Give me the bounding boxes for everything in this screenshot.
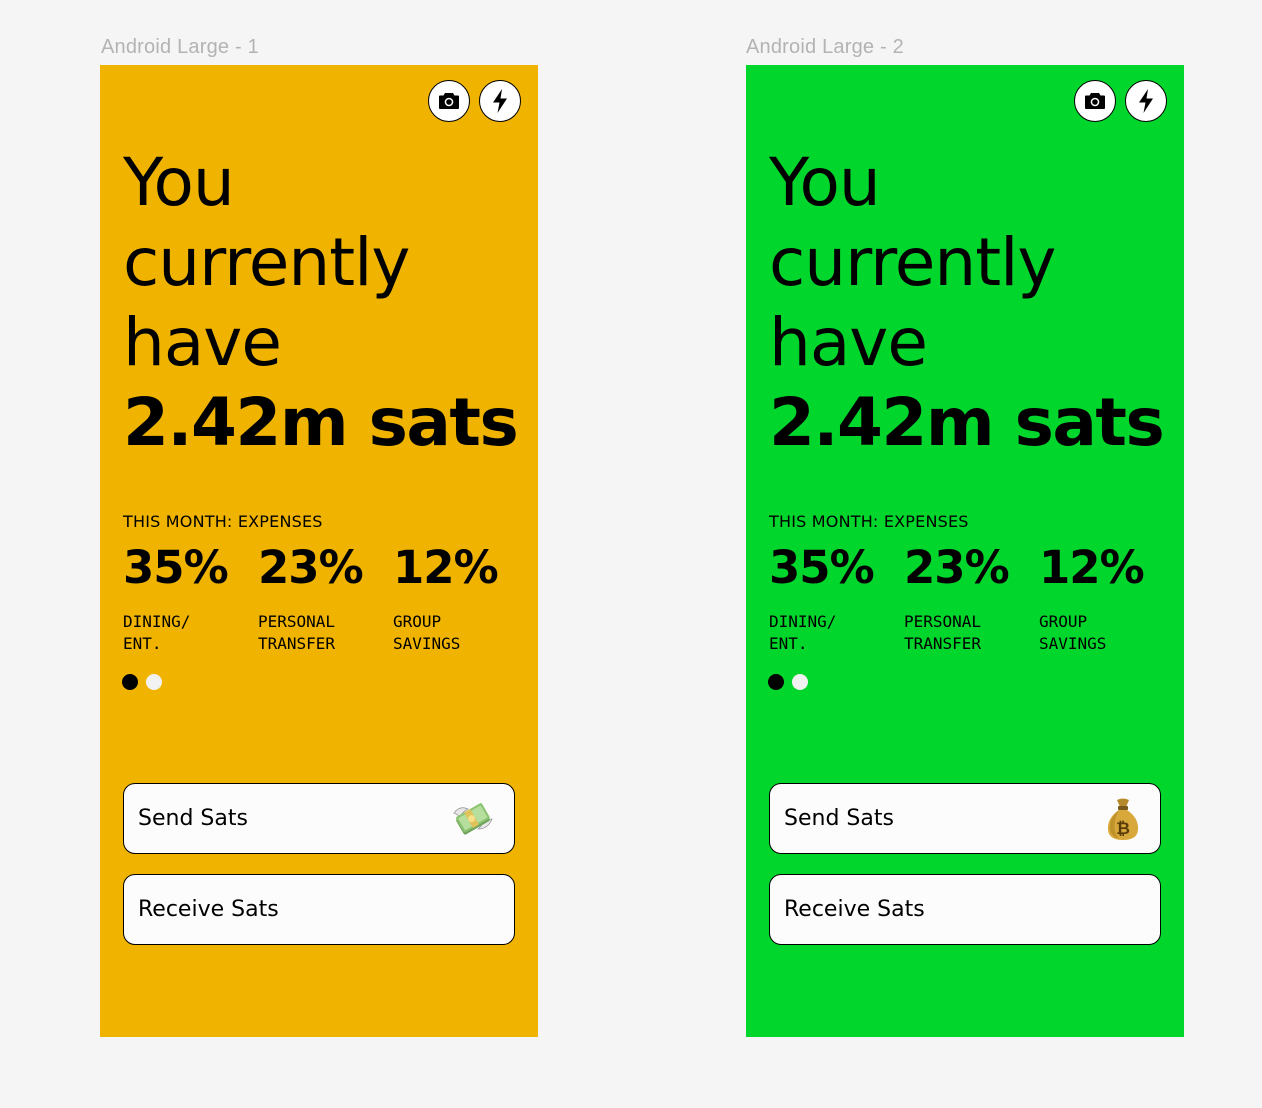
balance-amount: 2.42m sats [123,384,519,461]
expense-stat: 35% DINING/ ENT. [769,539,889,655]
expense-category: PERSONAL TRANSFER [258,612,336,653]
bitcoin-money-bag-icon: ₿ [1107,798,1139,840]
expense-category: PERSONAL TRANSFER [904,612,982,653]
top-icon-bar [428,80,521,122]
top-icon-bar [1074,80,1167,122]
svg-text:₿: ₿ [1116,819,1130,839]
page-dot[interactable] [792,674,808,690]
expense-stat: 12% GROUP SAVINGS [393,539,513,655]
page-dot-active[interactable] [768,674,784,690]
expense-category: DINING/ ENT. [769,612,837,653]
headline-line: You [123,144,235,221]
lightning-button[interactable] [479,80,521,122]
camera-button[interactable] [428,80,470,122]
lightning-icon [493,89,507,113]
balance-amount: 2.42m sats [769,384,1165,461]
expense-percent: 35% [123,541,229,594]
expense-percent: 12% [393,541,499,594]
receive-sats-button[interactable]: Receive Sats [769,874,1161,945]
expense-category: GROUP SAVINGS [393,612,461,653]
send-sats-label: Send Sats [138,806,248,831]
expenses-section-label: THIS MONTH: EXPENSES [769,512,969,531]
page-indicator [122,674,162,690]
send-sats-button[interactable]: Send Sats [123,783,515,854]
camera-icon [1085,93,1105,109]
expense-percent: 35% [769,541,875,594]
expense-stat: 23% PERSONAL TRANSFER [258,539,378,655]
android-screen-2: You currently have 2.42m sats THIS MONTH… [746,65,1184,1037]
receive-sats-button[interactable]: Receive Sats [123,874,515,945]
page-dot[interactable] [146,674,162,690]
expense-percent: 12% [1039,541,1145,594]
send-sats-label: Send Sats [784,806,894,831]
page-dot-active[interactable] [122,674,138,690]
expense-category: DINING/ ENT. [123,612,191,653]
expense-stat: 12% GROUP SAVINGS [1039,539,1159,655]
headline-line: You [769,144,881,221]
camera-icon [439,93,459,109]
send-sats-button[interactable]: Send Sats ₿ [769,783,1161,854]
headline-line: currently [769,224,1057,301]
expense-percent: 23% [904,541,1010,594]
money-with-wings-icon [453,802,493,835]
frame-label: Android Large - 2 [746,36,904,58]
expense-stat: 35% DINING/ ENT. [123,539,243,655]
headline-line: have [769,304,928,381]
balance-headline: You currently have 2.42m sats [769,143,1165,463]
expense-percent: 23% [258,541,364,594]
headline-line: currently [123,224,411,301]
lightning-icon [1139,89,1153,113]
frame-label: Android Large - 1 [101,36,259,58]
expense-stat: 23% PERSONAL TRANSFER [904,539,1024,655]
expense-category: GROUP SAVINGS [1039,612,1107,653]
camera-button[interactable] [1074,80,1116,122]
balance-headline: You currently have 2.42m sats [123,143,519,463]
receive-sats-label: Receive Sats [784,897,925,922]
headline-line: have [123,304,282,381]
page-indicator [768,674,808,690]
expenses-section-label: THIS MONTH: EXPENSES [123,512,323,531]
lightning-button[interactable] [1125,80,1167,122]
receive-sats-label: Receive Sats [138,897,279,922]
android-screen-1: You currently have 2.42m sats THIS MONTH… [100,65,538,1037]
